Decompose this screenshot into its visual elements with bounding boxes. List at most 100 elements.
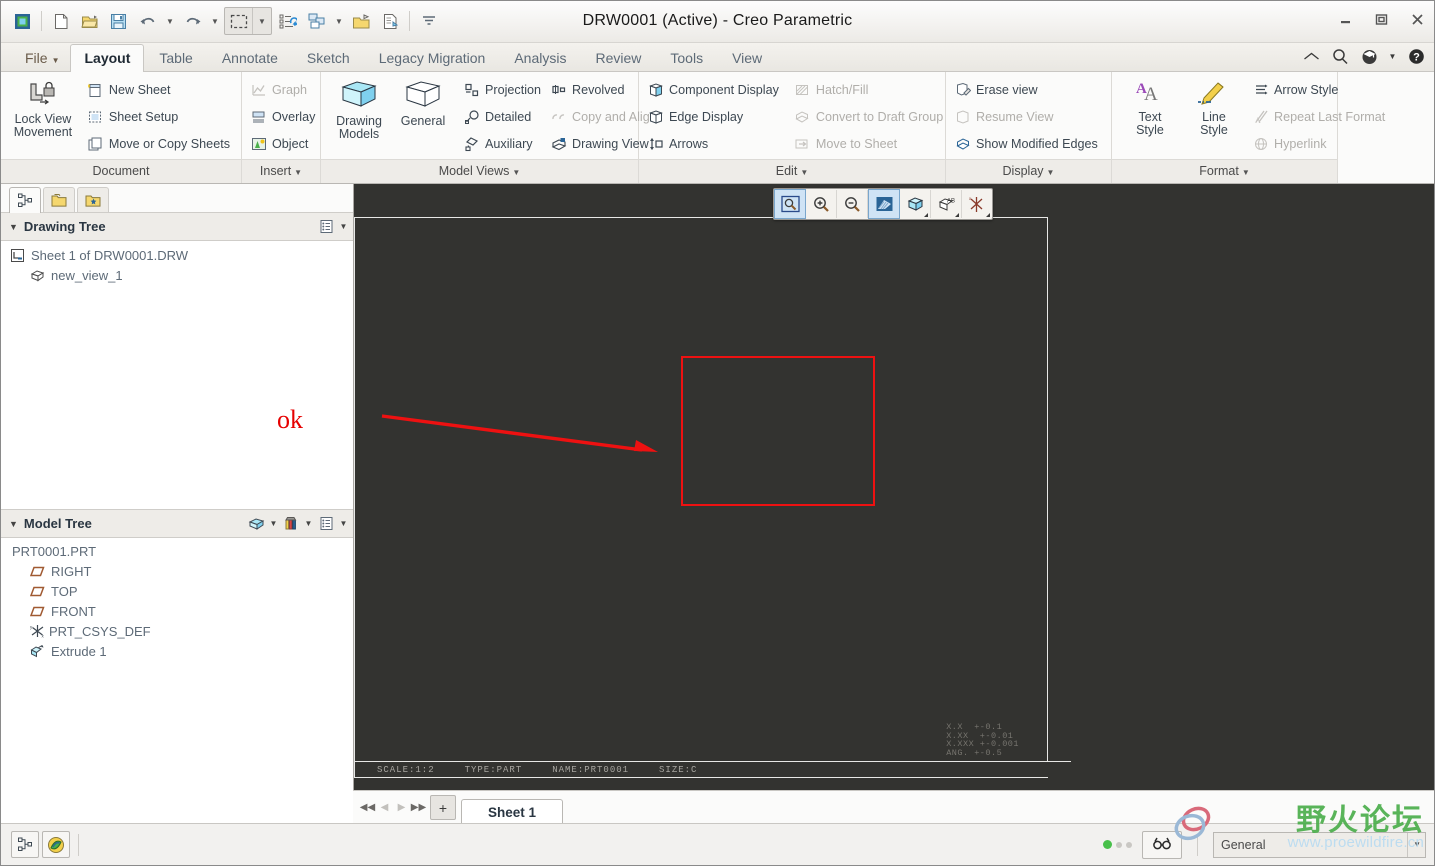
left-navigator-panel: ▼ Drawing Tree ▼ Sheet 1 of DRW0001.DRW … (1, 184, 354, 839)
model-tree-menu-caret[interactable]: ▼ (338, 519, 349, 528)
projection-view-button[interactable]: Projection (461, 76, 546, 103)
drawing-tree-settings-icon[interactable] (314, 216, 338, 237)
tab-layout[interactable]: Layout (70, 44, 145, 72)
nav-tab-model-tree[interactable] (9, 187, 41, 213)
resume-view-icon (954, 108, 971, 125)
tab-file[interactable]: File ▼ (11, 45, 69, 71)
erase-view-button[interactable]: Erase view (952, 76, 1103, 103)
minimize-button[interactable] (1334, 9, 1356, 29)
view-icon (29, 267, 46, 284)
previous-sheet-button[interactable]: ◀ (376, 796, 393, 820)
display-style-dropdown-corner[interactable] (924, 213, 928, 217)
tree-node-new-view-1[interactable]: new_view_1 (1, 265, 353, 285)
next-sheet-button[interactable]: ▶ (393, 796, 410, 820)
arrows-button[interactable]: Arrows (645, 130, 784, 157)
tree-node-csys[interactable]: yx PRT_CSYS_DEF (1, 621, 353, 641)
refit-icon[interactable] (774, 189, 806, 219)
drawing-tree-collapse-icon[interactable]: ▼ (9, 222, 18, 232)
tab-view[interactable]: View (718, 45, 776, 71)
ribbon-group-display: Erase view Resume View Show Modified Edg… (946, 72, 1112, 183)
object-button[interactable]: Object (248, 130, 320, 157)
model-tree-display-caret[interactable]: ▼ (268, 519, 279, 528)
first-sheet-button[interactable]: ◀◀ (359, 796, 376, 820)
graph-button[interactable]: Graph (248, 76, 320, 103)
text-style-button[interactable]: AA Text Style (1118, 76, 1182, 139)
collapse-ribbon-icon[interactable] (1301, 46, 1321, 66)
drawing-tree-menu-caret[interactable]: ▼ (338, 222, 349, 231)
close-button[interactable] (1406, 9, 1428, 29)
drawing-sheet[interactable]: X.X +-0.1 X.XX +-0.01 X.XXX +-0.001 ANG.… (277, 217, 1071, 778)
browser-toggle-icon[interactable] (42, 831, 70, 858)
insert-dialog-launcher-icon[interactable]: ▼ (294, 168, 302, 177)
resume-view-button[interactable]: Resume View (952, 103, 1103, 130)
move-or-copy-sheets-button[interactable]: Move or Copy Sheets (85, 130, 235, 157)
tab-sketch[interactable]: Sketch (293, 45, 364, 71)
move-to-sheet-button[interactable]: Move to Sheet (792, 130, 948, 157)
learning-connector-icon[interactable] (1359, 46, 1379, 66)
edge-display-button[interactable]: Edge Display (645, 103, 784, 130)
tab-annotate[interactable]: Annotate (208, 45, 292, 71)
tab-legacy-migration[interactable]: Legacy Migration (365, 45, 500, 71)
convert-to-draft-group-button[interactable]: Convert to Draft Group (792, 103, 948, 130)
tree-node-right-plane[interactable]: RIGHT (1, 561, 353, 581)
lock-view-movement-button[interactable]: Lock View Movement (7, 78, 79, 141)
find-icon[interactable] (1142, 830, 1182, 859)
datum-display-dropdown-corner[interactable] (986, 213, 990, 217)
auxiliary-view-button[interactable]: Auxiliary (461, 130, 546, 157)
sheet-setup-button[interactable]: Sheet Setup (85, 103, 235, 130)
component-display-button[interactable]: Component Display (645, 76, 784, 103)
last-sheet-button[interactable]: ▶▶ (410, 796, 427, 820)
overlay-button[interactable]: Overlay (248, 103, 320, 130)
model-tree-filter-caret[interactable]: ▼ (303, 519, 314, 528)
model-tree-settings-icon[interactable] (314, 513, 338, 534)
hatch-fill-button[interactable]: Hatch/Fill (792, 76, 948, 103)
zoom-out-icon[interactable] (837, 190, 868, 218)
tab-review[interactable]: Review (581, 45, 655, 71)
tree-node-front-plane[interactable]: FRONT (1, 601, 353, 621)
tab-table[interactable]: Table (145, 45, 206, 71)
line-style-button[interactable]: Line Style (1182, 76, 1246, 139)
edit-dialog-launcher-icon[interactable]: ▼ (800, 168, 808, 177)
tree-node-part[interactable]: PRT0001.PRT (1, 541, 353, 561)
repaint-icon[interactable] (868, 189, 900, 219)
model-tree-display-icon[interactable] (244, 513, 268, 534)
zoom-in-icon[interactable] (806, 190, 837, 218)
model-tree-toggle-icon[interactable] (11, 831, 39, 858)
convert-to-draft-group-icon (794, 108, 811, 125)
nav-tab-favorites[interactable] (77, 187, 109, 212)
datum-display-icon[interactable]: x (962, 190, 992, 218)
sheet-tab-1[interactable]: Sheet 1 (461, 798, 564, 825)
tab-analysis[interactable]: Analysis (500, 45, 580, 71)
help-icon[interactable]: ? (1406, 46, 1426, 66)
format-dialog-launcher-icon[interactable]: ▼ (1242, 168, 1250, 177)
general-view-button[interactable]: General (391, 76, 455, 130)
drawing-models-button[interactable]: Drawing Models (327, 76, 391, 143)
model-tree-collapse-icon[interactable]: ▼ (9, 519, 18, 529)
maximize-button[interactable] (1370, 9, 1392, 29)
tree-node-top-plane[interactable]: TOP (1, 581, 353, 601)
new-sheet-button[interactable]: New Sheet (85, 76, 235, 103)
model-tree-filter-icon[interactable] (279, 513, 303, 534)
tree-node-sheet[interactable]: Sheet 1 of DRW0001.DRW (1, 245, 353, 265)
tree-node-extrude-1[interactable]: Extrude 1 (1, 641, 353, 661)
selection-filter-caret-icon[interactable]: ▼ (1407, 832, 1421, 857)
show-modified-edges-button[interactable]: Show Modified Edges (952, 130, 1103, 157)
display-style-icon[interactable] (900, 190, 931, 218)
display-dialog-launcher-icon[interactable]: ▼ (1047, 168, 1055, 177)
nav-tab-folder-browser[interactable] (43, 187, 75, 212)
add-sheet-button[interactable]: + (430, 795, 456, 820)
tree-node-right-plane-label: RIGHT (51, 563, 92, 579)
annotation-display-icon[interactable]: AB (931, 190, 962, 218)
annotation-display-dropdown-corner[interactable] (955, 213, 959, 217)
ribbon-group-insert: Graph Overlay Object Insert ▼ (242, 72, 321, 183)
model-views-dialog-launcher-icon[interactable]: ▼ (512, 168, 520, 177)
drawing-view-icon (550, 135, 567, 152)
search-icon[interactable] (1330, 46, 1350, 66)
tab-tools[interactable]: Tools (656, 45, 717, 71)
projection-icon (463, 81, 480, 98)
detailed-view-button[interactable]: Detailed (461, 103, 546, 130)
learning-dropdown-caret[interactable]: ▼ (1388, 46, 1397, 66)
selection-filter-select[interactable]: General ▼ (1213, 831, 1426, 858)
ribbon-group-model-views: Drawing Models General Projection Detaile… (321, 72, 657, 183)
graphics-window[interactable]: AB x X.X +-0.1 X.XX +-0.01 X.XXX +-0.001… (277, 184, 1434, 839)
